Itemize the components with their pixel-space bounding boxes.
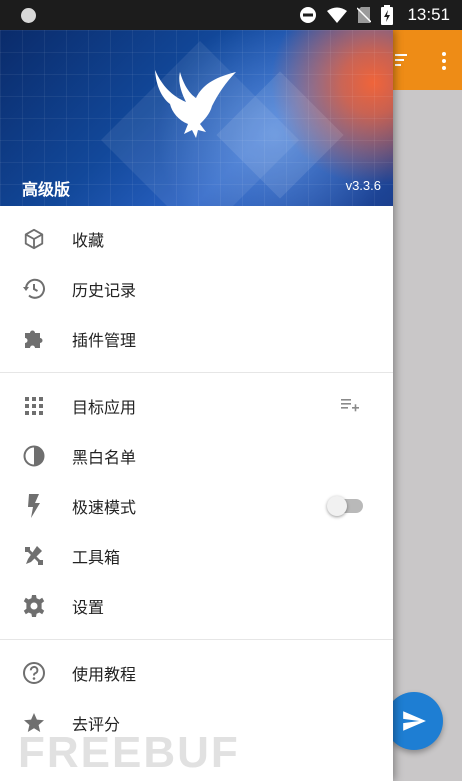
edition-label: 高级版 xyxy=(22,180,71,199)
gear-icon xyxy=(22,594,46,618)
menu-item-history[interactable]: 历史记录 xyxy=(0,264,393,314)
status-bar: 13:51 xyxy=(0,0,462,30)
menu-item-label: 历史记录 xyxy=(72,281,137,300)
eagle-logo-icon xyxy=(155,70,236,138)
menu-item-label: 黑白名单 xyxy=(72,448,137,467)
watermark: FREEBUF xyxy=(18,728,240,777)
battery-charging-icon xyxy=(381,5,394,25)
menu-item-label: 使用教程 xyxy=(72,665,137,684)
menu-item-plugins[interactable]: 插件管理 xyxy=(0,314,393,364)
menu-item-label: 目标应用 xyxy=(72,398,137,417)
menu-item-toolbox[interactable]: 工具箱 xyxy=(0,531,393,581)
notification-dot-icon xyxy=(21,7,36,23)
drawer-header: 高级版 v3.3.6 xyxy=(0,30,393,206)
menu-item-settings[interactable]: 设置 xyxy=(0,581,393,631)
turbo-mode-toggle[interactable] xyxy=(327,496,363,516)
more-vert-icon[interactable] xyxy=(442,52,446,73)
history-icon xyxy=(22,277,46,301)
menu-item-label: 收藏 xyxy=(72,231,105,250)
menu-item-favorites[interactable]: 收藏 xyxy=(0,214,393,264)
menu-item-label: 插件管理 xyxy=(72,331,137,350)
menu-item-label: 极速模式 xyxy=(72,498,137,517)
do-not-disturb-icon xyxy=(300,7,317,23)
puzzle-icon xyxy=(22,327,46,351)
menu-item-label: 设置 xyxy=(72,598,105,617)
filter-icon[interactable] xyxy=(395,54,407,69)
playlist-add-icon[interactable] xyxy=(341,397,359,416)
cube-icon xyxy=(22,227,46,251)
lightning-icon xyxy=(22,494,46,518)
paper-plane-icon xyxy=(403,711,426,731)
menu-group-main: 收藏 历史记录 插件管理 xyxy=(0,206,393,373)
contrast-icon xyxy=(22,444,46,468)
tools-icon xyxy=(22,544,46,568)
no-sim-icon xyxy=(357,7,372,23)
navigation-drawer: 高级版 v3.3.6 收藏 历史记录 插件管理 目标应用 黑白名单 极速模式 工… xyxy=(0,30,393,781)
menu-item-target-apps[interactable]: 目标应用 xyxy=(0,381,393,431)
clock: 13:51 xyxy=(407,5,450,24)
menu-item-black-white-list[interactable]: 黑白名单 xyxy=(0,431,393,481)
menu-item-turbo-mode[interactable]: 极速模式 xyxy=(0,481,393,531)
menu-item-label: 工具箱 xyxy=(72,548,121,567)
wifi-icon xyxy=(327,7,348,23)
menu-group-config: 目标应用 黑白名单 极速模式 工具箱 设置 xyxy=(0,373,393,640)
background-app-bar xyxy=(393,30,462,90)
menu-item-tutorial[interactable]: 使用教程 xyxy=(0,648,393,698)
help-icon xyxy=(22,661,46,685)
send-fab-button[interactable] xyxy=(385,692,443,750)
version-label: v3.3.6 xyxy=(345,178,381,193)
apps-grid-icon xyxy=(22,394,46,418)
